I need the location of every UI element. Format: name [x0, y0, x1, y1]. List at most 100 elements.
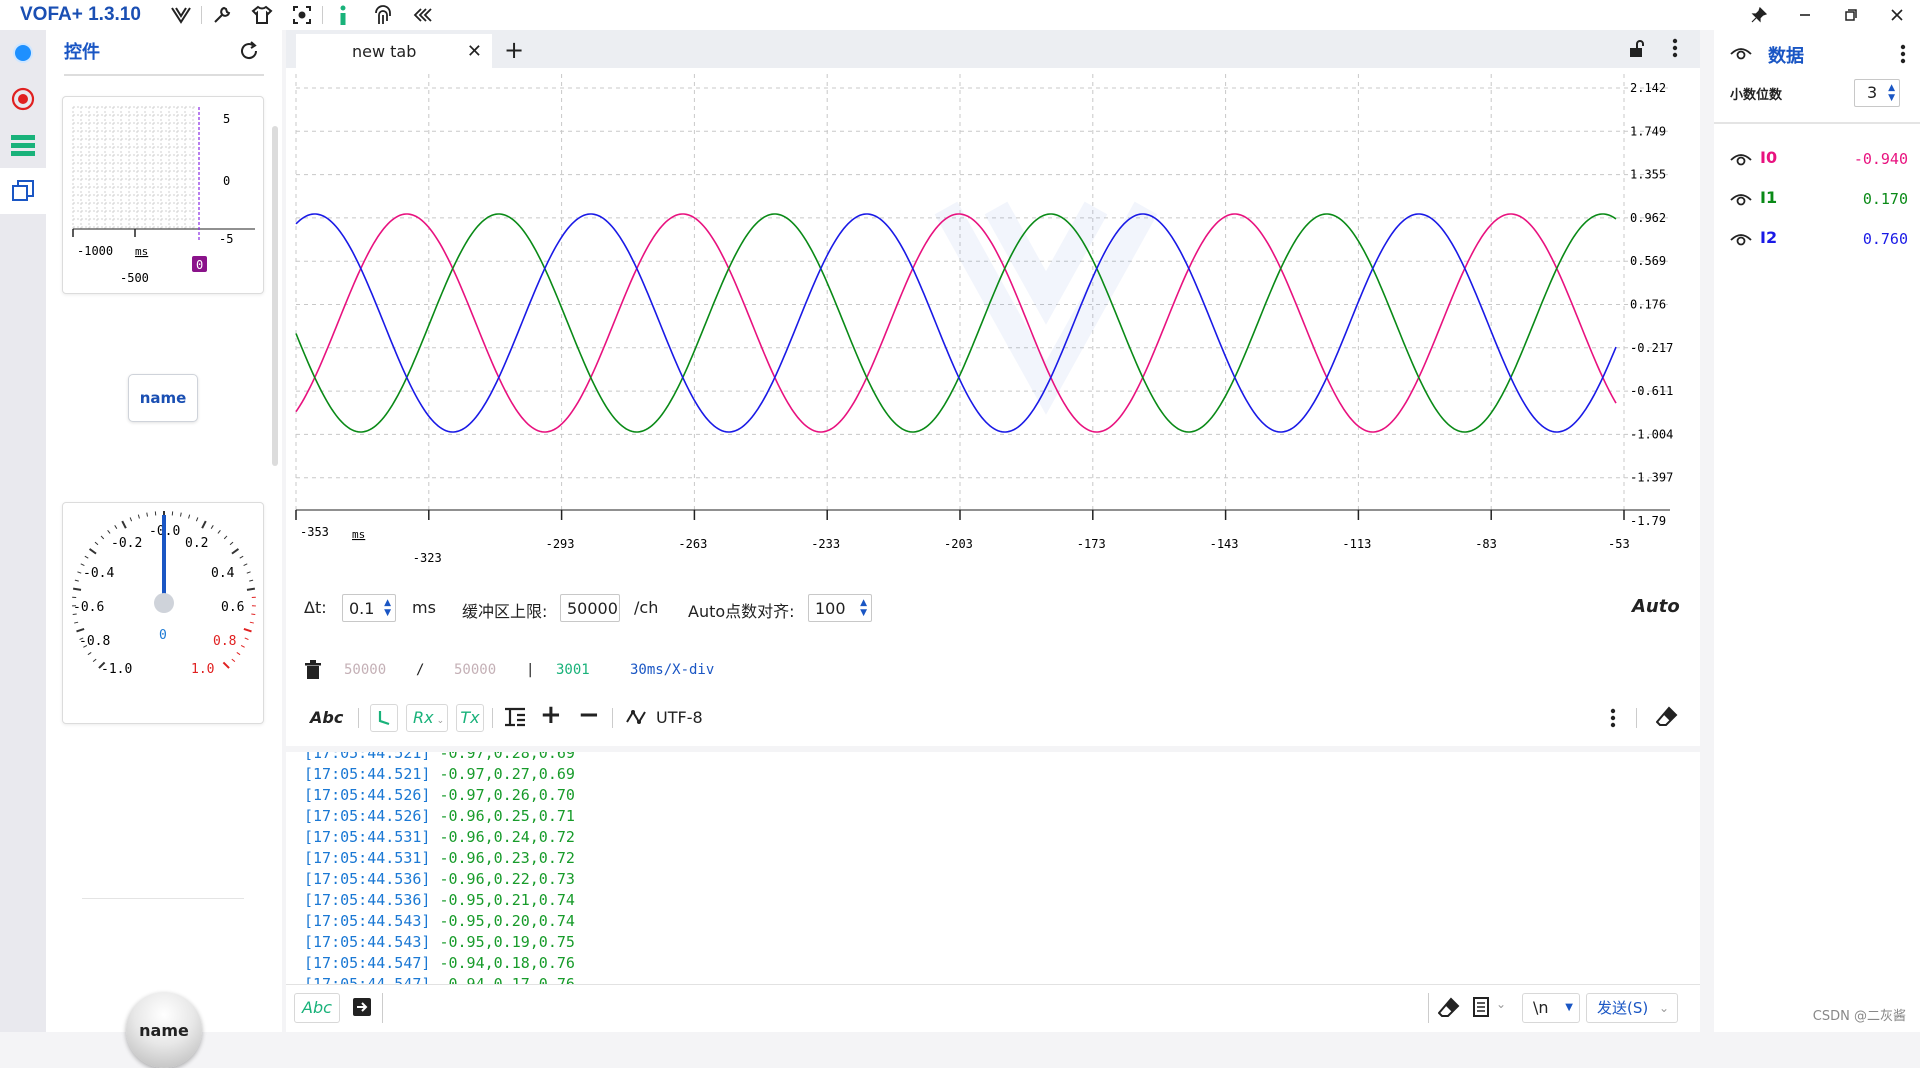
gauge-tick: 0.4	[211, 566, 235, 581]
gauge-tick: -0.4	[83, 566, 114, 581]
gauge-tick-mark	[211, 525, 213, 528]
spin-arrows-icon[interactable]: ▲▼	[384, 598, 391, 618]
gauge-value: 0	[159, 628, 167, 643]
clear-input-eraser-icon[interactable]	[1438, 997, 1460, 1023]
spin-arrows-icon[interactable]: ▲▼	[1888, 83, 1895, 103]
text-format-icon[interactable]	[504, 706, 526, 732]
eye-icon[interactable]	[1730, 152, 1752, 172]
spin-arrows-icon[interactable]: ▲▼	[860, 598, 867, 618]
data-header: 数据	[1722, 40, 1912, 70]
widgets-header: 控件	[46, 30, 282, 72]
plot-y-tick: 1.355	[1630, 168, 1666, 182]
app-title: VOFA+ 1.3.10	[20, 4, 141, 26]
widgets-view-button[interactable]	[0, 168, 46, 214]
gauge-widget[interactable]: -0.2 -0.4 -0.6 -0.8 -1.0 -0.0 0.2 0.4 0.…	[62, 502, 264, 724]
encoding-icon[interactable]	[626, 708, 648, 730]
gauge-tick: -0.2	[111, 536, 142, 551]
mini-y-tick: -5	[219, 232, 233, 246]
decimal-places-row: 小数位数 3 ▲▼	[1722, 74, 1912, 112]
gauge-tick-mark	[85, 556, 88, 558]
channel-row-i1[interactable]: I10.170	[1722, 186, 1912, 212]
shirt-icon[interactable]	[242, 0, 282, 30]
rx-toggle[interactable]: Rx⌄	[406, 704, 448, 732]
collapse-icon[interactable]	[403, 0, 443, 30]
auto-toggle[interactable]: Auto	[1632, 596, 1680, 617]
gauge-tick-mark	[250, 622, 254, 623]
dt-spinbox[interactable]: 0.1 ▲▼	[342, 594, 396, 622]
plot-y-tick: 1.749	[1630, 124, 1666, 138]
gauge-tick-mark	[232, 659, 235, 662]
newline-select[interactable]: \n▼	[1522, 993, 1580, 1023]
send-file-icon[interactable]	[352, 997, 372, 1021]
widgets-panel: 控件 5 0 -5 -1000 ms -500 0 name -0.2	[46, 30, 282, 1032]
channel-row-i0[interactable]: I0-0.940	[1722, 146, 1912, 172]
zoom-in-icon[interactable]: +	[540, 700, 562, 730]
log-line: [17:05:44.521] -0.97,0.27,0.69	[286, 764, 1700, 785]
tab-new[interactable]: new tab ✕	[296, 34, 492, 68]
plot-x-unit: ms	[352, 528, 365, 541]
fingerprint-icon[interactable]	[363, 0, 403, 30]
send-mode-button[interactable]: Abc	[294, 993, 340, 1023]
widgets-scrollbar[interactable]	[272, 126, 278, 466]
round-button-widget[interactable]: name	[126, 992, 202, 1068]
connection-button[interactable]	[0, 30, 46, 76]
decimal-spinbox[interactable]: 3 ▲▼	[1854, 79, 1900, 107]
name-button-widget[interactable]: name	[128, 374, 198, 422]
data-view-button[interactable]	[0, 122, 46, 168]
eye-icon[interactable]	[1730, 232, 1752, 252]
add-tab-icon[interactable]: +	[504, 36, 524, 64]
eye-icon[interactable]	[1730, 192, 1752, 212]
text-mode-button[interactable]: Abc	[310, 708, 343, 727]
refresh-icon[interactable]	[238, 40, 260, 66]
unlock-icon[interactable]	[1628, 40, 1646, 62]
tab-bar: new tab ✕ +	[286, 30, 1700, 68]
plot-y-tick: 0.962	[1630, 211, 1666, 225]
record-button[interactable]	[0, 76, 46, 122]
close-icon[interactable]: ✕	[467, 41, 482, 62]
eye-icon[interactable]	[1730, 46, 1752, 66]
buffer-stats: 50000 / 50000 | 3001 30ms/X-div	[286, 650, 1700, 690]
log-values: -0.96,0.24,0.72	[430, 828, 575, 846]
pin-icon[interactable]	[1736, 0, 1782, 30]
timestamp-toggle[interactable]	[370, 704, 398, 732]
mini-y-tick: 5	[223, 112, 230, 126]
gauge-hub	[154, 593, 174, 613]
x-div-scale: 30ms/X-div	[630, 662, 714, 678]
eraser-icon[interactable]	[1656, 706, 1678, 732]
vofa-logo-icon[interactable]	[161, 0, 201, 30]
more-vertical-icon[interactable]	[1672, 38, 1678, 62]
status-dot-icon	[11, 41, 35, 65]
more-vertical-icon[interactable]	[1900, 44, 1906, 68]
send-input[interactable]	[386, 991, 1416, 1025]
info-icon[interactable]	[323, 0, 363, 30]
log-timestamp: [17:05:44.531]	[304, 828, 430, 846]
gauge-tick-mark	[130, 517, 131, 521]
restore-button[interactable]	[1828, 0, 1874, 30]
chevron-down-icon[interactable]: ⌄	[1496, 997, 1506, 1011]
activity-bar	[0, 30, 46, 1032]
zoom-out-icon[interactable]: −	[578, 700, 600, 730]
send-button[interactable]: 发送(S)⌄	[1586, 993, 1678, 1023]
stat-separator: /	[416, 662, 424, 678]
terminal-output[interactable]: [17:05:44.521] -0.97,0.28,0.69[17:05:44.…	[286, 752, 1700, 996]
log-line: [17:05:44.536] -0.95,0.21,0.74	[286, 890, 1700, 911]
channel-name: I1	[1760, 188, 1777, 207]
waveform-plot[interactable]: -353-323-293-263-233-203-173-143-113-83-…	[286, 68, 1700, 578]
wrench-icon[interactable]	[202, 0, 242, 30]
buffer-input[interactable]: 50000	[560, 594, 620, 622]
capture-icon[interactable]	[282, 0, 322, 30]
minimize-button[interactable]	[1782, 0, 1828, 30]
tx-toggle[interactable]: Tx	[456, 704, 484, 732]
send-label: 发送(S)	[1597, 999, 1648, 1017]
auto-align-spinbox[interactable]: 100 ▲▼	[808, 594, 872, 622]
gauge-tick-mark	[88, 652, 91, 654]
close-button[interactable]	[1874, 0, 1920, 30]
more-vertical-icon[interactable]	[1610, 708, 1616, 732]
history-icon[interactable]	[1472, 997, 1490, 1021]
gauge-tick: 0.2	[185, 536, 208, 551]
mini-plot-widget[interactable]: 5 0 -5 -1000 ms -500 0	[62, 96, 264, 294]
channel-row-i2[interactable]: I20.760	[1722, 226, 1912, 252]
trash-icon[interactable]	[304, 660, 322, 684]
encoding-label[interactable]: UTF-8	[656, 708, 703, 727]
log-line: [17:05:44.531] -0.96,0.23,0.72	[286, 848, 1700, 869]
